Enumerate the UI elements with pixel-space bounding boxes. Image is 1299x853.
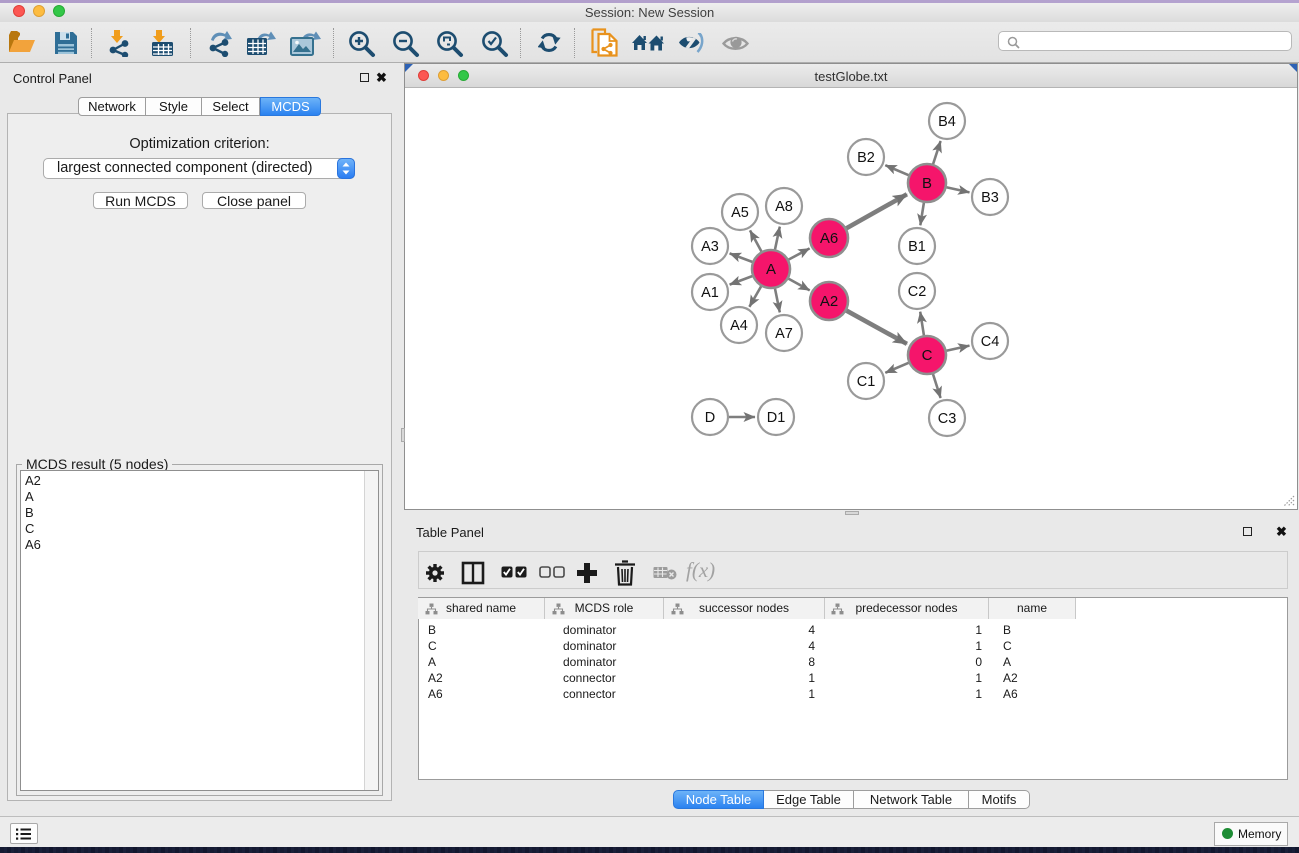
svg-text:C1: C1 bbox=[857, 374, 876, 390]
svg-text:B1: B1 bbox=[908, 239, 926, 255]
svg-text:A5: A5 bbox=[731, 205, 749, 221]
svg-text:A2: A2 bbox=[820, 293, 838, 310]
svg-text:B2: B2 bbox=[857, 150, 875, 166]
svg-text:A1: A1 bbox=[701, 285, 719, 301]
svg-text:A8: A8 bbox=[775, 199, 793, 215]
svg-text:A7: A7 bbox=[775, 326, 793, 342]
svg-text:A4: A4 bbox=[730, 318, 748, 334]
svg-text:C3: C3 bbox=[938, 411, 957, 427]
svg-text:A6: A6 bbox=[820, 230, 838, 247]
svg-text:B: B bbox=[922, 175, 932, 192]
svg-text:B4: B4 bbox=[938, 114, 956, 130]
svg-text:D: D bbox=[705, 410, 715, 426]
svg-text:C2: C2 bbox=[908, 284, 927, 300]
svg-text:A3: A3 bbox=[701, 239, 719, 255]
svg-text:C: C bbox=[922, 347, 933, 364]
svg-text:C4: C4 bbox=[981, 334, 1000, 350]
svg-text:B3: B3 bbox=[981, 190, 999, 206]
svg-text:A: A bbox=[766, 261, 776, 278]
svg-text:D1: D1 bbox=[767, 410, 786, 426]
